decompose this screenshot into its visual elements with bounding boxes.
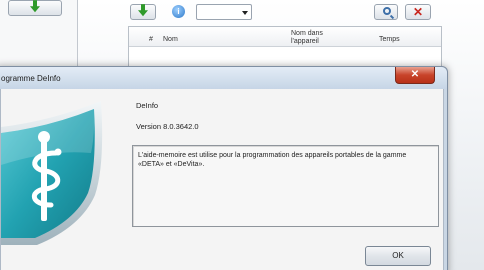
ok-button[interactable]: OK: [365, 246, 431, 266]
filter-combobox[interactable]: [196, 4, 252, 20]
left-add-button[interactable]: [8, 0, 62, 16]
down-arrow-icon: [138, 4, 148, 17]
dialog-body: DeInfo Version 8.0.3642.0 L'aide-memoire…: [0, 89, 444, 270]
grid-header: # Nom Nom dans l'appareil Temps: [129, 27, 441, 47]
column-device-name[interactable]: Nom dans l'appareil: [291, 30, 351, 46]
close-icon: ✕: [412, 5, 424, 19]
search-icon: [383, 7, 391, 15]
dialog-close-button[interactable]: ✕: [395, 67, 435, 84]
dialog-title: ogramme DeInfo: [1, 74, 61, 83]
down-arrow-icon: [30, 0, 40, 13]
add-button[interactable]: [130, 4, 156, 20]
version-label: Version 8.0.3642.0: [136, 122, 199, 131]
chevron-down-icon: [242, 11, 248, 15]
column-number[interactable]: #: [149, 36, 153, 44]
search-button[interactable]: [374, 4, 398, 20]
about-dialog: ogramme DeInfo ✕ DeInfo Version 8.0.3642…: [0, 66, 448, 270]
program-name: DeInfo: [136, 101, 159, 110]
medical-shield-icon: [1, 101, 103, 245]
info-icon[interactable]: i: [172, 5, 185, 18]
dialog-titlebar[interactable]: ogramme DeInfo ✕: [0, 67, 447, 89]
description-box[interactable]: L'aide-memoire est utilise pour la progr…: [132, 145, 439, 227]
column-time[interactable]: Temps: [379, 36, 400, 44]
delete-button[interactable]: ✕: [405, 4, 431, 20]
description-text: L'aide-memoire est utilise pour la progr…: [138, 152, 407, 168]
column-name[interactable]: Nom: [163, 36, 178, 44]
data-grid[interactable]: # Nom Nom dans l'appareil Temps: [128, 26, 442, 70]
left-panel: [0, 0, 78, 70]
